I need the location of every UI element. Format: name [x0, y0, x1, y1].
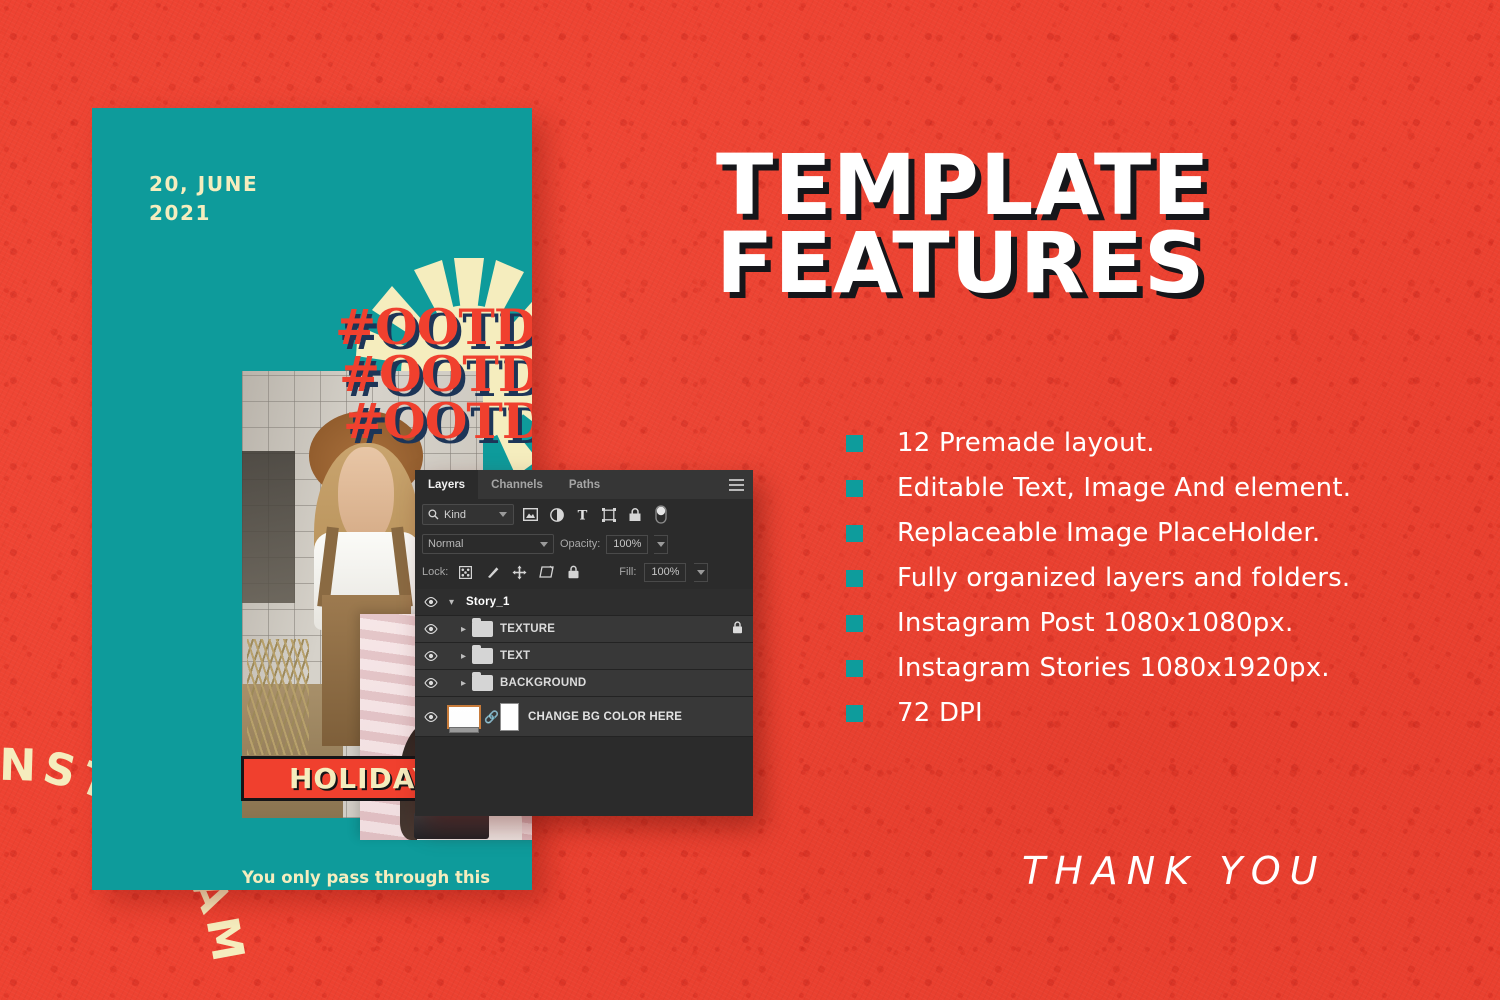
adjustment-layer-filter-icon[interactable] — [547, 505, 566, 524]
feature-label: Instagram Stories 1080x1920px. — [897, 653, 1330, 683]
ootd-line-2: #OOTD — [339, 345, 532, 404]
photoshop-layers-panel: Layers Channels Paths Kind T Normal Opac… — [415, 470, 753, 816]
svg-text:T: T — [578, 508, 588, 521]
story-quote-text: You only pass through this life once, yo… — [242, 868, 491, 890]
feature-item: Replaceable Image PlaceHolder. — [846, 518, 1351, 548]
eye-icon[interactable] — [423, 624, 439, 634]
ootd-hashtag-stack: #OOTD #OOTD #OOTD — [335, 298, 532, 451]
eye-icon[interactable] — [423, 597, 439, 607]
chevron-right-icon[interactable]: ▸ — [457, 678, 470, 689]
feature-label: Editable Text, Image And element. — [897, 473, 1352, 503]
eye-icon[interactable] — [423, 678, 439, 688]
filter-kind-label: Kind — [444, 508, 467, 521]
bullet-square-icon — [846, 569, 863, 587]
thank-you-text: THANK YOU — [1022, 849, 1327, 893]
folder-icon — [472, 645, 493, 664]
layers-list: ▾ Story_1 ▸ TEXTURE ▸ TEXT ▸ BACKGROUND … — [415, 589, 753, 737]
photo-model-belt — [414, 812, 489, 839]
holiday-badge-label: HOLIDAY — [288, 762, 434, 795]
smart-object-filter-icon[interactable] — [625, 505, 644, 524]
feature-item: 12 Premade layout. — [846, 428, 1351, 458]
features-list: 12 Premade layout. Editable Text, Image … — [846, 428, 1351, 728]
folder-icon — [472, 618, 493, 637]
fill-label: Fill: — [619, 566, 637, 578]
bullet-square-icon — [846, 479, 863, 497]
opacity-label: Opacity: — [560, 538, 601, 550]
bullet-square-icon — [846, 659, 863, 677]
feature-item: 72 DPI — [846, 698, 1351, 728]
panel-tab-bar: Layers Channels Paths — [415, 470, 753, 499]
tab-channels[interactable]: Channels — [478, 470, 556, 499]
chevron-down-icon[interactable]: ▾ — [445, 597, 458, 608]
layer-row-background[interactable]: ▸ BACKGROUND — [415, 670, 753, 697]
blend-mode-dropdown[interactable]: Normal — [422, 534, 554, 554]
feature-item: Fully organized layers and folders. — [846, 563, 1351, 593]
pixel-layer-filter-icon[interactable] — [521, 505, 540, 524]
link-icon[interactable]: 🔗 — [484, 710, 499, 724]
layer-mask-thumbnail[interactable] — [500, 702, 519, 731]
chevron-right-icon[interactable]: ▸ — [457, 651, 470, 662]
lock-icon[interactable] — [732, 621, 743, 637]
bullet-square-icon — [846, 614, 863, 632]
fill-value-field[interactable]: 100% — [644, 562, 687, 582]
feature-item: Editable Text, Image And element. — [846, 473, 1351, 503]
layer-row-text[interactable]: ▸ TEXT — [415, 643, 753, 670]
bullet-square-icon — [846, 704, 863, 722]
layer-name: TEXTURE — [500, 623, 556, 635]
type-layer-filter-icon[interactable]: T — [573, 505, 592, 524]
chevron-down-icon — [499, 512, 507, 517]
lock-all-icon[interactable] — [564, 563, 583, 582]
opacity-stepper[interactable] — [654, 534, 669, 554]
bullet-square-icon — [846, 524, 863, 542]
filter-kind-dropdown[interactable]: Kind — [422, 504, 514, 525]
bullet-square-icon — [846, 434, 863, 452]
page-title: TEMPLATE FEATURES — [716, 136, 1211, 313]
chevron-down-icon — [540, 541, 548, 547]
feature-label: Instagram Post 1080x1080px. — [897, 608, 1294, 638]
layer-row-change-bg-color[interactable]: 🔗 CHANGE BG COLOR HERE — [415, 697, 753, 737]
filter-toggle-switch-icon[interactable] — [651, 505, 670, 524]
lock-position-icon[interactable] — [510, 563, 529, 582]
feature-label: 72 DPI — [897, 698, 983, 728]
fill-stepper[interactable] — [694, 562, 709, 582]
layer-name: TEXT — [500, 650, 531, 662]
gradient-slider-icon — [449, 726, 479, 733]
ootd-line-3: #OOTD — [343, 392, 532, 451]
layer-name: BACKGROUND — [500, 677, 587, 689]
feature-label: 12 Premade layout. — [897, 428, 1155, 458]
blend-mode-value: Normal — [428, 538, 464, 550]
layer-row-story-1[interactable]: ▾ Story_1 — [415, 589, 753, 616]
eye-icon[interactable] — [423, 711, 439, 722]
layer-row-texture[interactable]: ▸ TEXTURE — [415, 616, 753, 643]
feature-item: Instagram Stories 1080x1920px. — [846, 653, 1351, 683]
feature-item: Instagram Post 1080x1080px. — [846, 608, 1351, 638]
blend-bar: Normal Opacity: 100% — [415, 530, 753, 558]
feature-label: Replaceable Image PlaceHolder. — [897, 518, 1321, 548]
photo-wall-shadow — [242, 451, 296, 604]
shape-layer-filter-icon[interactable] — [599, 505, 618, 524]
lock-label: Lock: — [422, 566, 449, 578]
lock-transparent-pixels-icon[interactable] — [456, 563, 475, 582]
opacity-value-field[interactable]: 100% — [606, 534, 649, 554]
lock-image-pixels-icon[interactable] — [483, 563, 502, 582]
chevron-right-icon[interactable]: ▸ — [457, 624, 470, 635]
story-date: 20, JUNE 2021 — [149, 172, 259, 225]
tab-paths[interactable]: Paths — [555, 470, 614, 499]
lock-artboard-nesting-icon[interactable] — [537, 563, 556, 582]
hamburger-menu-icon[interactable] — [729, 479, 744, 491]
layer-name: Story_1 — [466, 596, 510, 608]
eye-icon[interactable] — [423, 651, 439, 661]
ootd-line-1: #OOTD — [335, 298, 532, 356]
feature-label: Fully organized layers and folders. — [897, 563, 1351, 593]
folder-icon — [472, 672, 493, 691]
lock-bar: Lock: Fill: 100% — [415, 558, 753, 586]
layer-name: CHANGE BG COLOR HERE — [528, 710, 683, 723]
tab-layers[interactable]: Layers — [415, 470, 479, 499]
photo-model-face — [338, 446, 394, 546]
photo-grass — [246, 639, 310, 756]
filter-bar: Kind T — [415, 499, 753, 530]
search-icon — [428, 509, 439, 520]
fill-layer-thumbnail[interactable] — [447, 704, 481, 733]
